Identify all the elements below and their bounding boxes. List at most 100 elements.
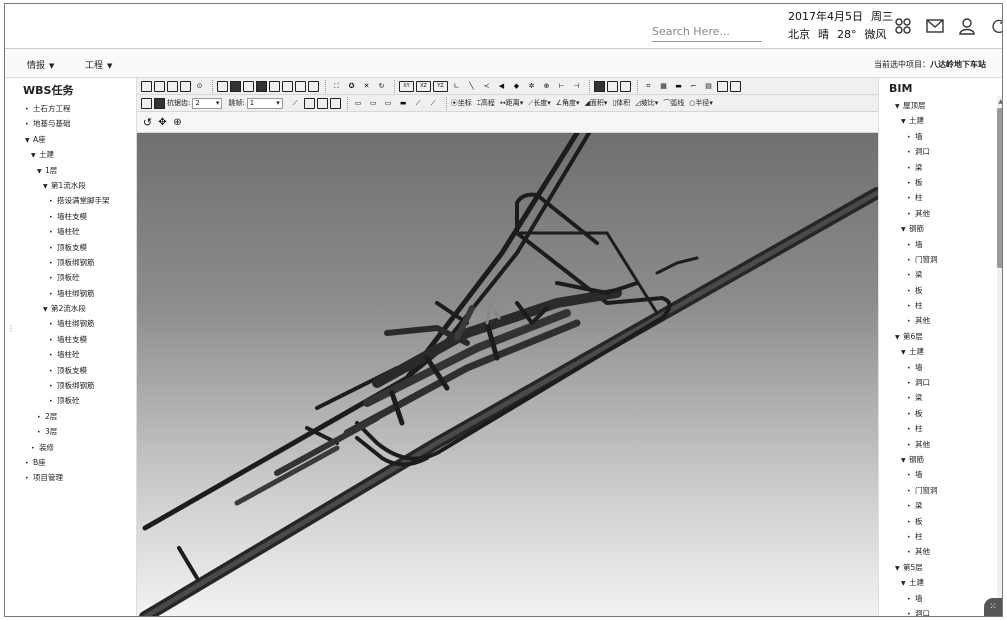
tool-volume[interactable]: ▯体积: [612, 98, 630, 108]
orbit-icon[interactable]: ✪: [345, 80, 358, 93]
wall-icon[interactable]: ◀: [495, 80, 508, 93]
bim-tree-item[interactable]: • 门窗洞: [879, 483, 1002, 498]
panel-right-icon[interactable]: [329, 97, 341, 109]
save-icon[interactable]: [167, 80, 178, 92]
wbs-tree-item[interactable]: ▼ 第2流水段: [5, 301, 136, 316]
menu-project[interactable]: 工程 ▼: [85, 58, 112, 71]
wire-icon[interactable]: [607, 80, 618, 92]
wbs-tree-item[interactable]: • 顶板绑钢筋: [5, 378, 136, 393]
pen-icon[interactable]: ⟋: [289, 97, 302, 110]
wbs-tree-item[interactable]: • 顶板支模: [5, 240, 136, 255]
table-icon[interactable]: [303, 97, 315, 109]
bim-tree-item[interactable]: • 洞口: [879, 144, 1002, 159]
bim-tree-item[interactable]: • 其他: [879, 437, 1002, 452]
dimension-icon[interactable]: ⊢: [555, 80, 568, 93]
scroll-up-icon[interactable]: ▲: [998, 98, 1002, 105]
wbs-tree-item[interactable]: ▼ A座: [5, 132, 136, 147]
view-iso-back-icon[interactable]: [308, 80, 319, 92]
tool-length[interactable]: ⟋长度▾: [528, 98, 550, 108]
tool-arc[interactable]: ⌒弧线: [663, 98, 684, 108]
bim-tree-item[interactable]: ▼ 土建: [879, 344, 1002, 359]
wbs-tree-item[interactable]: • 墙柱砼: [5, 347, 136, 362]
wbs-tree-item[interactable]: ▼ 1层: [5, 163, 136, 178]
frame-icon[interactable]: ⌗: [642, 80, 655, 93]
wbs-tree-item[interactable]: • 墙柱支模: [5, 332, 136, 347]
point-icon[interactable]: ◆: [510, 80, 523, 93]
shrink-select[interactable]: 2 ▾: [192, 97, 223, 109]
view-iso-icon[interactable]: [295, 80, 306, 92]
bim-tree-item[interactable]: • 梁: [879, 267, 1002, 282]
pan-icon[interactable]: ✥: [156, 116, 169, 129]
bim-tree-item[interactable]: ▼ 第6层: [879, 329, 1002, 344]
tool-distance[interactable]: ↔距离▾: [500, 98, 523, 108]
view-left-icon[interactable]: [243, 80, 254, 92]
axis-icon[interactable]: ∟: [450, 80, 463, 93]
wbs-tree-item[interactable]: • 顶板绑钢筋: [5, 255, 136, 270]
bim-tree-item[interactable]: • 板: [879, 406, 1002, 421]
bim-tree-item[interactable]: • 墙: [879, 360, 1002, 375]
wbs-tree-item[interactable]: • 装修: [5, 440, 136, 455]
bim-tree-item[interactable]: • 其他: [879, 544, 1002, 559]
mail-icon[interactable]: [925, 16, 945, 36]
wbs-tree-item[interactable]: • 顶板砼: [5, 393, 136, 408]
skip-select[interactable]: 1 ▾: [246, 97, 283, 109]
apps-icon[interactable]: [893, 16, 913, 36]
print-icon[interactable]: ▬: [397, 97, 410, 110]
bim-tree-item[interactable]: • 梁: [879, 390, 1002, 405]
measure-icon[interactable]: ⊣: [570, 80, 583, 93]
bim-tree-item[interactable]: • 梁: [879, 498, 1002, 513]
settings-icon[interactable]: ⊙: [193, 80, 206, 93]
screenshot-icon[interactable]: [730, 80, 741, 92]
wbs-tree-item[interactable]: • 顶板支模: [5, 363, 136, 378]
align-icon[interactable]: ▭: [352, 97, 365, 110]
render-icon[interactable]: [154, 97, 165, 109]
panel-left-icon[interactable]: [316, 97, 328, 109]
plane-yz-icon[interactable]: YZ: [433, 80, 448, 92]
zoom-window-icon[interactable]: [717, 80, 728, 92]
model-viewport[interactable]: [137, 133, 878, 616]
open-icon[interactable]: [154, 80, 165, 92]
bim-tree-item[interactable]: • 板: [879, 283, 1002, 298]
wbs-tree-item[interactable]: • 墙柱砼: [5, 224, 136, 239]
bim-scroll-thumb[interactable]: [997, 108, 1002, 268]
bim-tree-item[interactable]: • 墙: [879, 467, 1002, 482]
tool-radius[interactable]: ○半径▾: [689, 98, 713, 108]
gear-small-icon[interactable]: ✲: [525, 80, 538, 93]
hide-icon[interactable]: ✕: [360, 80, 373, 93]
bim-tree-item[interactable]: ▼ 土建: [879, 113, 1002, 128]
bim-tree-item[interactable]: • 墙: [879, 237, 1002, 252]
tool-slope[interactable]: ◿坡比▾: [635, 98, 658, 108]
wbs-tree-item[interactable]: • 土石方工程: [5, 101, 136, 116]
solid-icon[interactable]: [594, 80, 605, 92]
texture-icon[interactable]: ▤: [702, 80, 715, 93]
panel-resize-handle[interactable]: ⋮: [7, 324, 15, 333]
bim-tree-item[interactable]: ▼ 土建: [879, 575, 1002, 590]
export-icon[interactable]: [180, 80, 191, 92]
node-icon[interactable]: ≺: [480, 80, 493, 93]
bim-tree-item[interactable]: • 柱: [879, 421, 1002, 436]
align-2-icon[interactable]: ▭: [367, 97, 380, 110]
wbs-tree-item[interactable]: • 顶板砼: [5, 270, 136, 285]
wbs-tree-item[interactable]: • 2层: [5, 409, 136, 424]
bim-tree-item[interactable]: • 板: [879, 514, 1002, 529]
line-icon[interactable]: ╲: [465, 80, 478, 93]
hidden-line-icon[interactable]: [620, 80, 631, 92]
tool-area[interactable]: ◢面积▾: [585, 98, 608, 108]
wbs-tree-item[interactable]: • 墙柱支模: [5, 209, 136, 224]
wbs-tree-item[interactable]: • B座: [5, 455, 136, 470]
tool-angle[interactable]: ∠角度▾: [556, 98, 580, 108]
bim-tree-item[interactable]: • 柱: [879, 190, 1002, 205]
bim-tree-item[interactable]: • 墙: [879, 129, 1002, 144]
tool-elevation[interactable]: ⌶高程: [477, 98, 495, 108]
bim-tree-item[interactable]: ▼ 第5层: [879, 560, 1002, 575]
wbs-tree-item[interactable]: • 项目管理: [5, 470, 136, 485]
bim-tree-item[interactable]: • 门窗洞: [879, 252, 1002, 267]
view-top-icon[interactable]: [269, 80, 280, 92]
view-back-icon[interactable]: [230, 80, 241, 92]
brush-icon[interactable]: ⟋: [412, 97, 425, 110]
transparent-icon[interactable]: ▦: [657, 80, 670, 93]
rotate-icon[interactable]: ↻: [375, 80, 388, 93]
fit-icon[interactable]: ⛶: [330, 80, 343, 93]
menu-intelligence[interactable]: 情报 ▼: [27, 58, 54, 71]
wbs-tree-item[interactable]: • 墙柱绑钢筋: [5, 316, 136, 331]
